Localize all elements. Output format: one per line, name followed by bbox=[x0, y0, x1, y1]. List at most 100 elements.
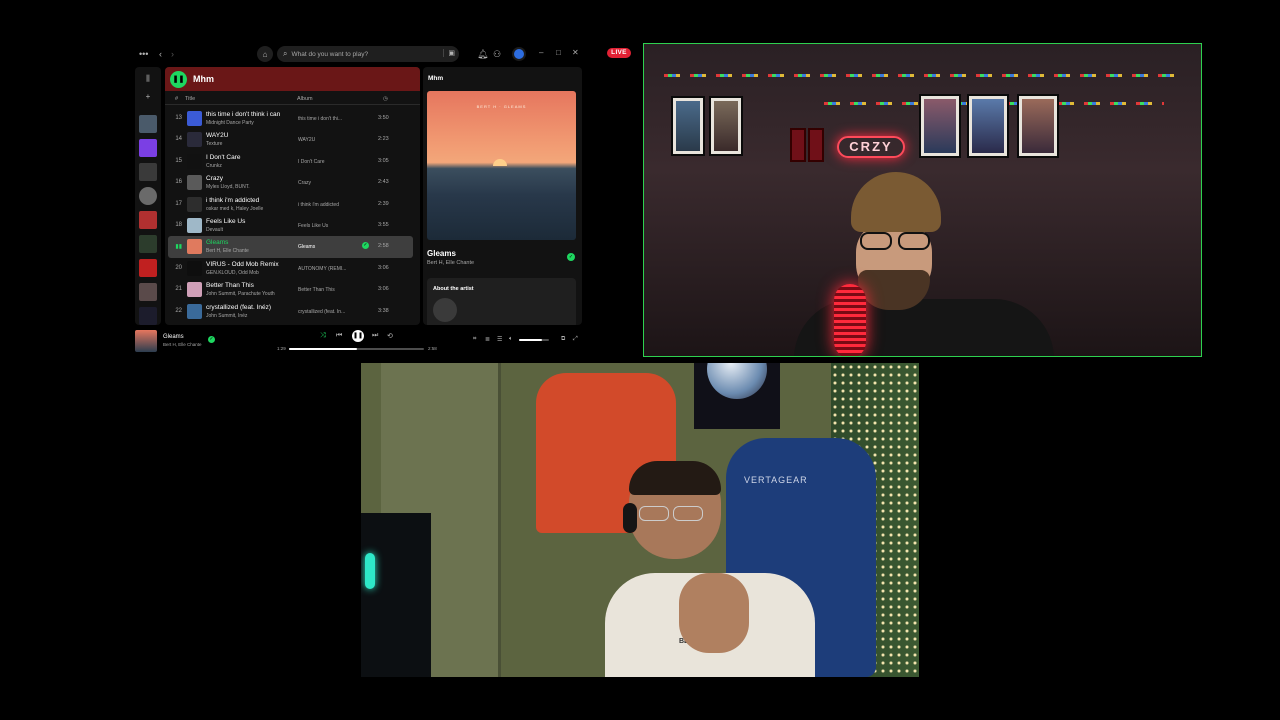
search-input[interactable]: ⌕ What do you want to play? ▣ bbox=[277, 46, 459, 62]
table-row[interactable]: 18 Feels Like Us Devault Feels Like Us 3:55 bbox=[168, 215, 413, 236]
track-title[interactable]: Better Than This bbox=[206, 282, 254, 289]
repeat-icon[interactable]: ⟲ bbox=[387, 332, 393, 340]
track-artist[interactable]: GEN.KLOUD, Odd Mob bbox=[206, 270, 259, 276]
track-artist[interactable]: John Summit, Parachute Youth bbox=[206, 291, 275, 297]
library-item[interactable] bbox=[139, 307, 157, 325]
table-row[interactable]: 22 crystallized (feat. Inéz) John Summit, … bbox=[168, 301, 413, 322]
track-artist[interactable]: Bert H, Elle Chante bbox=[206, 248, 249, 254]
column-title[interactable]: Title bbox=[185, 96, 195, 102]
track-title[interactable]: crystallized (feat. Inéz) bbox=[206, 304, 271, 311]
library-item-liked[interactable] bbox=[139, 139, 157, 157]
track-album[interactable]: this time i don't thi... bbox=[298, 116, 342, 122]
track-album[interactable]: crystallized (feat. In... bbox=[298, 309, 345, 315]
poster-frame bbox=[1017, 94, 1059, 158]
track-title[interactable]: WAY2U bbox=[206, 132, 228, 139]
table-row[interactable]: 14 WAY2U Texture WAY2U 2:23 bbox=[168, 129, 413, 150]
saved-check-icon[interactable]: ✓ bbox=[362, 242, 369, 250]
track-art bbox=[187, 132, 202, 148]
column-album[interactable]: Album bbox=[297, 96, 313, 102]
library-item[interactable] bbox=[139, 163, 157, 181]
track-album[interactable]: Crazy bbox=[298, 180, 311, 186]
back-icon[interactable]: ‹ bbox=[159, 48, 162, 60]
about-artist-card[interactable]: About the artist bbox=[427, 278, 576, 325]
track-duration: 3:50 bbox=[378, 115, 389, 121]
track-album[interactable]: AUTONOMY (REMI... bbox=[298, 266, 346, 272]
track-list: 13 this time i don't think i can Midnight … bbox=[165, 108, 420, 322]
now-playing-panel: Mhm BERT H · GLEAMS Gleams Bert H, Elle … bbox=[423, 67, 582, 325]
lyrics-icon[interactable]: ≣ bbox=[485, 336, 490, 343]
volume-icon[interactable]: 🔈︎ bbox=[509, 336, 513, 343]
track-title[interactable]: VIRUS - Odd Mob Remix bbox=[206, 261, 279, 268]
library-item[interactable] bbox=[139, 283, 157, 301]
track-art bbox=[187, 153, 202, 169]
track-album[interactable]: Better Than This bbox=[298, 287, 335, 293]
fullscreen-icon[interactable]: ⤢ bbox=[573, 336, 578, 343]
notifications-icon[interactable]: 🔔︎ bbox=[477, 48, 488, 60]
create-icon[interactable]: + bbox=[135, 92, 161, 101]
library-item[interactable] bbox=[139, 235, 157, 253]
track-title[interactable]: Gleams bbox=[206, 239, 228, 246]
track-duration: 2:39 bbox=[378, 200, 389, 207]
pause-button[interactable]: ❚❚ bbox=[352, 330, 364, 342]
table-row[interactable]: 20 VIRUS - Odd Mob Remix GEN.KLOUD, Odd Mo… bbox=[168, 258, 413, 279]
track-artist[interactable]: Devault bbox=[206, 227, 223, 233]
table-row[interactable]: 13 this time i don't think i can Midnight … bbox=[168, 108, 413, 129]
track-title[interactable]: this time i don't think i can bbox=[206, 111, 280, 118]
track-album[interactable]: Feels Like Us bbox=[298, 223, 328, 229]
previous-icon[interactable]: ⏮︎ bbox=[336, 332, 342, 340]
saved-check-icon[interactable]: ✓ bbox=[567, 253, 575, 261]
library-item[interactable] bbox=[139, 187, 157, 205]
table-row[interactable]: 17 i think i'm addicted oskar med k, Haley… bbox=[168, 194, 413, 215]
user-avatar[interactable] bbox=[512, 47, 526, 61]
player-song-title[interactable]: Gleams bbox=[163, 334, 184, 340]
track-album[interactable]: i think i'm addicted bbox=[298, 202, 339, 208]
queue-icon[interactable]: ☰ bbox=[497, 336, 502, 343]
table-row[interactable]: ▮▮ Gleams Bert H, Elle Chante Gleams ✓ 2:58 bbox=[168, 236, 413, 258]
player-saved-check-icon[interactable]: ✓ bbox=[208, 336, 215, 343]
player-album-art[interactable] bbox=[135, 330, 157, 352]
miniplayer-icon[interactable]: ⧉ bbox=[561, 336, 565, 343]
table-row[interactable]: 21 Better Than This John Summit, Parachute… bbox=[168, 279, 413, 300]
progress-bar[interactable] bbox=[289, 348, 424, 350]
track-album[interactable]: WAY2U bbox=[298, 137, 315, 143]
webcam-bottom: VERTAGEAR BERT CITY bbox=[361, 363, 919, 677]
forward-icon[interactable]: › bbox=[171, 48, 174, 60]
track-artist[interactable]: Texture bbox=[206, 141, 222, 147]
track-artist[interactable]: Crunkz bbox=[206, 163, 222, 169]
playlist-header: ❚❚ Mhm bbox=[165, 67, 420, 91]
home-button[interactable]: ⌂ bbox=[257, 46, 273, 62]
library-item[interactable] bbox=[139, 259, 157, 277]
track-title[interactable]: I Don't Care bbox=[206, 154, 240, 161]
close-icon[interactable]: ✕ bbox=[572, 48, 579, 57]
friend-activity-icon[interactable]: ⚇ bbox=[493, 48, 501, 60]
track-album[interactable]: I Don't Care bbox=[298, 159, 325, 165]
player-bar: Gleams Bert H, Elle Chante ✓ ⤨ ⏮︎ ❚❚ ⏭︎ … bbox=[131, 327, 586, 356]
library-item[interactable] bbox=[139, 211, 157, 229]
player-artist[interactable]: Bert H, Elle Chante bbox=[163, 342, 202, 347]
playlist-pause-button[interactable]: ❚❚ bbox=[170, 70, 187, 88]
now-playing-view-icon[interactable]: ⌗ bbox=[473, 336, 476, 343]
browse-icon[interactable]: ▣ bbox=[443, 49, 455, 57]
track-title[interactable]: Feels Like Us bbox=[206, 218, 245, 225]
track-artist[interactable]: Midnight Dance Party bbox=[206, 120, 254, 126]
track-title[interactable]: i think i'm addicted bbox=[206, 197, 259, 204]
shuffle-icon[interactable]: ⤨ bbox=[320, 332, 326, 340]
track-artist[interactable]: John Summit, Inéz bbox=[206, 313, 247, 319]
next-icon[interactable]: ⏭︎ bbox=[372, 332, 378, 340]
track-title[interactable]: Crazy bbox=[206, 175, 223, 182]
library-item[interactable] bbox=[139, 115, 157, 133]
volume-slider[interactable] bbox=[519, 339, 549, 341]
now-playing-song[interactable]: Gleams bbox=[427, 249, 456, 258]
track-artist[interactable]: oskar med k, Haley Joelle bbox=[206, 206, 263, 212]
streamer-glasses bbox=[637, 506, 705, 522]
library-icon[interactable]: ⫼ bbox=[135, 74, 161, 84]
table-row[interactable]: 15 I Don't Care Crunkz I Don't Care 3:05 bbox=[168, 151, 413, 172]
table-row[interactable]: 16 Crazy Myles Lloyd, BUNT. Crazy 2:43 bbox=[168, 172, 413, 193]
minimize-icon[interactable]: – bbox=[539, 48, 543, 57]
maximize-icon[interactable]: □ bbox=[556, 48, 561, 57]
now-playing-artist[interactable]: Bert H, Elle Chante bbox=[427, 260, 474, 266]
track-artist[interactable]: Myles Lloyd, BUNT. bbox=[206, 184, 250, 190]
track-album[interactable]: Gleams bbox=[298, 244, 315, 250]
streamer-hair bbox=[629, 461, 721, 495]
more-options-icon[interactable]: ••• bbox=[139, 48, 148, 60]
